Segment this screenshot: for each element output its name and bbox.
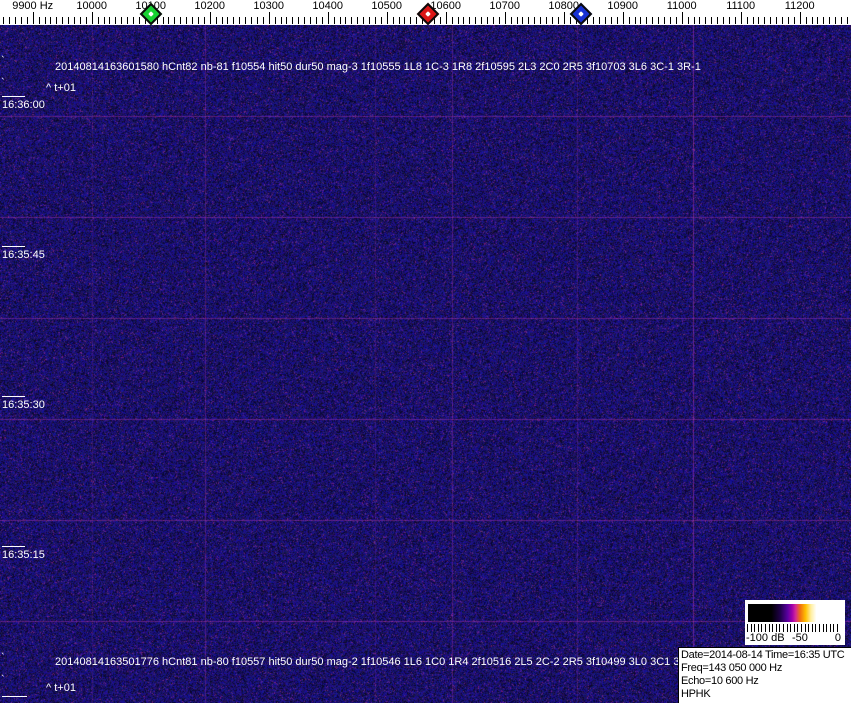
info-echo: Echo=10 600 Hz xyxy=(681,675,851,688)
event-tick-mark: ` xyxy=(1,652,5,665)
frequency-tick-label: 11000 xyxy=(667,0,697,12)
frequency-tick-label: 10900 xyxy=(607,0,638,12)
time-tick-line xyxy=(2,396,25,397)
colorbar-label-min: -100 dB xyxy=(746,632,785,644)
frequency-tick-label: 11100 xyxy=(726,0,755,12)
frequency-tick-label: 10700 xyxy=(489,0,520,12)
time-label: 16:36:00 xyxy=(2,99,45,112)
event-tick-mark: ` xyxy=(1,77,5,90)
spectrogram-app-window: 9900 Hz100001010010200103001040010500106… xyxy=(0,0,851,703)
event-tick-mark: ` xyxy=(1,674,5,687)
frequency-tick-label: 10500 xyxy=(371,0,402,12)
info-frequency: Freq=143 050 000 Hz xyxy=(681,662,851,675)
db-colorbar: -100 dB -50 0 xyxy=(745,600,845,645)
colorbar-ticks xyxy=(747,624,841,632)
frequency-tick-label: 10300 xyxy=(253,0,284,12)
colorbar-gradient xyxy=(748,604,838,622)
event-annotation-top: 20140814163601580 hCnt82 nb-81 f10554 hi… xyxy=(55,61,701,74)
event-tick-mark: ` xyxy=(1,55,5,68)
marker-center-dot xyxy=(148,11,154,17)
frequency-tick-label: 11200 xyxy=(785,0,815,12)
time-label: 16:35:45 xyxy=(2,249,45,262)
time-label: 16:35:15 xyxy=(2,549,45,562)
colorbar-label-mid: -50 xyxy=(792,632,808,644)
waterfall-spectrogram xyxy=(0,25,851,703)
event-annotation-bottom: 20140814163501776 hCnt81 nb-80 f10557 hi… xyxy=(55,656,694,669)
marker-center-dot xyxy=(425,11,431,17)
time-tick-line xyxy=(2,546,25,547)
time-tick-line xyxy=(2,246,25,247)
time-tick-line xyxy=(2,96,25,97)
colorbar-label-max: 0 xyxy=(835,632,841,644)
time-label: 16:35:30 xyxy=(2,399,45,412)
frequency-tick-label: 10400 xyxy=(312,0,343,12)
frequency-tick-label: 9900 Hz xyxy=(12,0,53,12)
info-station: HPHK xyxy=(681,688,851,701)
caret-label-bottom: ^ t+01 xyxy=(46,682,76,695)
info-date-time: Date=2014-08-14 Time=16:35 UTC xyxy=(681,649,851,662)
frequency-tick-label: 10200 xyxy=(194,0,225,12)
caret-label-top: ^ t+01 xyxy=(46,82,76,95)
marker-center-dot xyxy=(579,11,585,17)
status-info-box: Date=2014-08-14 Time=16:35 UTC Freq=143 … xyxy=(678,647,851,703)
time-tick-line xyxy=(2,696,27,697)
frequency-tick-label: 10000 xyxy=(76,0,107,12)
